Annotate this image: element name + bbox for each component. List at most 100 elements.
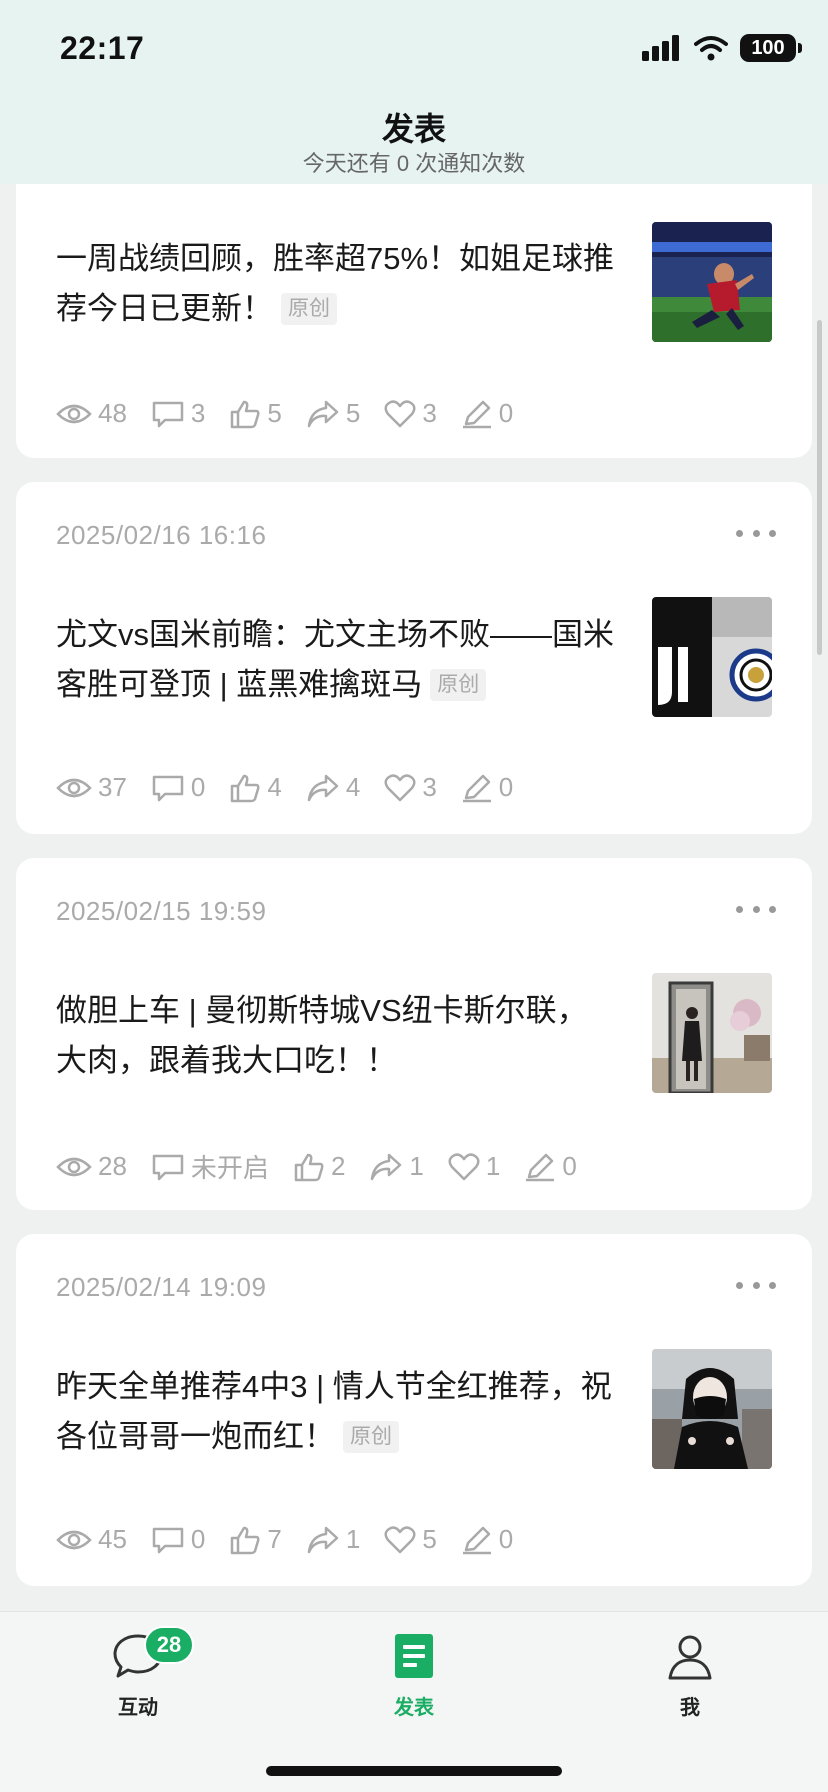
more-options-button[interactable]: [736, 1280, 776, 1290]
share-count-value: 4: [345, 772, 361, 802]
favorite-count-value: 5: [422, 1524, 437, 1554]
like-count-value: 7: [267, 1524, 282, 1554]
tab-me[interactable]: 我: [620, 1632, 760, 1720]
view-count[interactable]: 28: [56, 1151, 127, 1182]
share-count-value: 1: [345, 1524, 361, 1554]
edit-count[interactable]: 0: [461, 772, 513, 803]
post-title[interactable]: 做胆上车 | 曼彻斯特城VS纽卡斯尔联，大肉，跟着我大口吃！！: [56, 986, 616, 1086]
edit-count-value: 0: [498, 772, 514, 802]
share-count[interactable]: 5: [306, 398, 360, 429]
comment-icon: [151, 1526, 185, 1554]
notification-quota-text: 今天还有 0 次通知次数: [302, 151, 526, 176]
home-indicator[interactable]: [266, 1766, 562, 1776]
top-bar: 22:17 100 发表 今天还有 0 次通知次数: [0, 0, 828, 184]
comment-count[interactable]: 3: [151, 398, 205, 429]
post-stats: 45 0 7 1 5 0: [56, 1524, 537, 1555]
document-icon: [395, 1634, 433, 1678]
like-count[interactable]: 7: [229, 1524, 282, 1555]
post-date: 2025/02/16 16:16: [56, 520, 267, 550]
post-card[interactable]: 2025/02/14 19:09 昨天全单推荐4中3 | 情人节全红推荐，祝各位…: [16, 1234, 812, 1586]
juventus-inter-image: [652, 597, 772, 717]
comment-count-value: 3: [190, 398, 206, 428]
post-title[interactable]: 一周战绩回顾，胜率超75%！如姐足球推荐今日已更新！ 原创: [56, 234, 616, 334]
post-thumbnail[interactable]: [652, 973, 772, 1093]
comment-count[interactable]: 未开启: [151, 1148, 269, 1185]
share-count[interactable]: 1: [306, 1524, 360, 1555]
share-icon: [306, 773, 340, 803]
edit-count[interactable]: 0: [461, 398, 513, 429]
comment-count-value: 0: [190, 772, 206, 802]
like-count[interactable]: 2: [293, 1151, 345, 1182]
more-options-button[interactable]: [736, 904, 776, 914]
post-thumbnail[interactable]: [652, 1349, 772, 1469]
original-badge: 原创: [430, 669, 487, 701]
post-card[interactable]: 2025/02/16 16:16 尤文vs国米前瞻：尤文主场不败——国米客胜可登…: [16, 482, 812, 834]
comment-count[interactable]: 0: [151, 772, 205, 803]
person-icon: [668, 1635, 712, 1680]
edit-count-value: 0: [562, 1151, 577, 1181]
edit-icon: [524, 1152, 556, 1182]
wifi-icon: [694, 36, 728, 61]
view-count-value: 37: [98, 772, 127, 802]
like-count[interactable]: 5: [229, 398, 282, 429]
share-icon: [369, 1152, 403, 1182]
eye-icon: [56, 1154, 92, 1180]
comment-count-value: 0: [190, 1524, 206, 1554]
post-title[interactable]: 昨天全单推荐4中3 | 情人节全红推荐，祝各位哥哥一炮而红！ 原创: [56, 1362, 616, 1462]
edit-count-value: 0: [498, 398, 514, 428]
favorite-count[interactable]: 1: [448, 1151, 500, 1182]
post-thumbnail[interactable]: [652, 597, 772, 717]
bottom-tab-bar: 28 互动 发表 我: [0, 1611, 828, 1792]
thumbs-up-icon: [229, 773, 261, 803]
thumbs-up-icon: [229, 399, 261, 429]
tab-label: 发表: [394, 1697, 434, 1719]
view-count[interactable]: 37: [56, 772, 127, 803]
share-count[interactable]: 4: [306, 772, 360, 803]
tab-label: 互动: [118, 1697, 158, 1719]
edit-icon: [461, 399, 493, 429]
share-count[interactable]: 1: [369, 1151, 424, 1182]
edit-icon: [461, 1525, 493, 1555]
like-count[interactable]: 4: [229, 772, 282, 803]
thumbs-up-icon: [229, 1525, 261, 1555]
unread-count-badge: 28: [144, 1626, 194, 1664]
soccer-player-image: [652, 222, 772, 342]
post-thumbnail[interactable]: [652, 222, 772, 342]
favorite-count[interactable]: 5: [384, 1524, 437, 1555]
edit-count[interactable]: 0: [524, 1151, 577, 1182]
post-stats: 37 0 4 4 3 0: [56, 772, 537, 803]
post-title[interactable]: 尤文vs国米前瞻：尤文主场不败——国米客胜可登顶 | 蓝黑难擒斑马 原创: [56, 610, 616, 710]
share-count-value: 1: [409, 1151, 424, 1181]
heart-icon: [384, 773, 416, 803]
thumbs-up-icon: [293, 1152, 325, 1182]
edit-icon: [461, 773, 493, 803]
edit-count[interactable]: 0: [461, 1524, 513, 1555]
favorite-count[interactable]: 3: [384, 398, 437, 429]
masked-woman-image: [652, 1349, 772, 1469]
post-date: 2025/02/14 19:09: [56, 1272, 267, 1302]
comment-count[interactable]: 0: [151, 1524, 205, 1555]
more-options-button[interactable]: [736, 528, 776, 538]
original-badge: 原创: [343, 1421, 399, 1453]
post-date: 2025/02/15 19:59: [56, 896, 267, 926]
favorite-count-value: 1: [485, 1151, 501, 1181]
like-count-value: 5: [267, 398, 282, 428]
eye-icon: [56, 775, 92, 801]
eye-icon: [56, 1527, 92, 1553]
comment-count-value: 未开启: [190, 1153, 269, 1183]
heart-icon: [448, 1152, 480, 1182]
favorite-count[interactable]: 3: [384, 772, 437, 803]
post-card[interactable]: 2025/02/15 19:59 做胆上车 | 曼彻斯特城VS纽卡斯尔联，大肉，…: [16, 858, 812, 1210]
share-icon: [306, 399, 340, 429]
scrollbar[interactable]: [817, 320, 822, 655]
view-count[interactable]: 45: [56, 1524, 127, 1555]
view-count-value: 45: [98, 1524, 127, 1554]
heart-icon: [384, 399, 416, 429]
tab-interaction[interactable]: 28 互动: [68, 1626, 208, 1720]
tab-publish[interactable]: 发表: [344, 1632, 484, 1720]
post-stats: 48 3 5 5 3 0: [56, 398, 537, 429]
share-count-value: 5: [345, 398, 361, 428]
view-count[interactable]: 48: [56, 398, 127, 429]
like-count-value: 2: [330, 1151, 346, 1181]
heart-icon: [384, 1525, 416, 1555]
